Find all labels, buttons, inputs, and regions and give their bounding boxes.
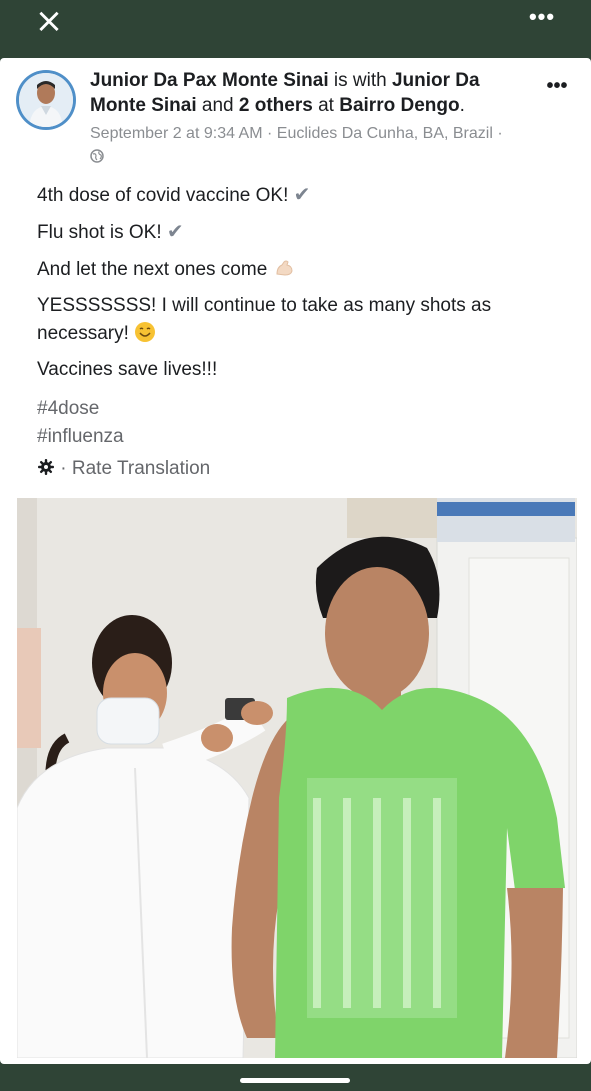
rate-translation-label: Rate Translation <box>71 458 211 479</box>
rate-translation-button[interactable]: · Rate Translation <box>37 456 210 482</box>
smiling-face-icon <box>134 322 156 344</box>
check-icon: ✔ <box>166 221 184 243</box>
hashtag-link[interactable]: #influenza <box>37 423 124 450</box>
author-name[interactable]: Junior Da Pax Monte Sinai <box>90 70 329 91</box>
others-link[interactable]: 2 others <box>239 95 313 116</box>
at-text: at <box>318 95 334 116</box>
globe-icon <box>90 148 104 165</box>
post-meta: September 2 at 9:34 AM · Euclides Da Cun… <box>90 122 510 168</box>
top-bar: × ••• <box>0 0 591 58</box>
close-icon[interactable]: × <box>34 4 64 38</box>
avatar[interactable] <box>16 70 76 130</box>
post-options-button[interactable]: ••• <box>540 76 574 96</box>
home-indicator[interactable] <box>240 1078 350 1083</box>
hashtag-link[interactable]: #4dose <box>37 395 99 422</box>
and-text: and <box>201 95 234 116</box>
gear-icon <box>37 458 60 479</box>
check-icon: ✔ <box>293 184 311 206</box>
location-tag[interactable]: Bairro Dengo <box>339 95 459 116</box>
with-text: is with <box>333 70 387 91</box>
post-line-4: YESSSSSSS! I will continue to take as ma… <box>37 295 492 316</box>
post-header: Junior Da Pax Monte Sinai is with Junior… <box>90 70 480 116</box>
post-photo[interactable] <box>17 498 577 1058</box>
post-line-1: 4th dose of covid vaccine OK! ✔ <box>37 184 311 206</box>
flexed-biceps-icon <box>273 259 295 280</box>
post-line-2: Flu shot is OK! ✔ <box>37 221 184 243</box>
post-line-3: And let the next ones come <box>37 256 295 283</box>
more-horizontal-icon[interactable]: ••• <box>526 2 558 32</box>
post-date[interactable]: September 2 at 9:34 AM <box>90 125 263 142</box>
post-card: Junior Da Pax Monte Sinai is with Junior… <box>0 58 591 1064</box>
post-place[interactable]: Euclides Da Cunha, BA, Brazil <box>277 125 493 142</box>
avatar-photo <box>19 73 73 127</box>
post-line-6: Vaccines save lives!!! <box>37 359 218 380</box>
post-line-5: necessary! <box>37 320 156 347</box>
